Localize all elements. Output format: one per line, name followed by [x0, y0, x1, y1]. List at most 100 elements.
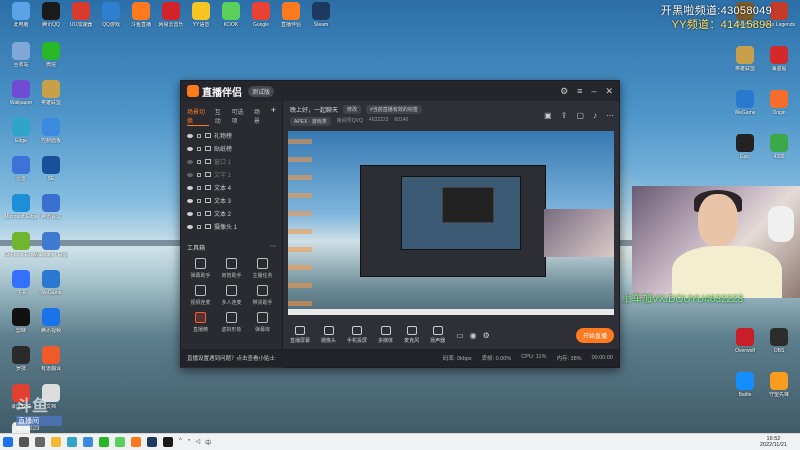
bell-icon[interactable]: ♪ [593, 111, 597, 120]
lock-icon[interactable] [197, 146, 201, 151]
desktop-icon[interactable]: SE [34, 156, 68, 182]
status-tip[interactable]: 直播设置遇到问题？点击查看小贴士 [187, 354, 275, 362]
search-icon[interactable] [19, 437, 29, 447]
room-title[interactable]: 晚上好，一起聊天 [290, 105, 338, 114]
room-category[interactable]: APEX · 游戏类 [290, 116, 331, 126]
scene-tab[interactable]: 场景切换 [187, 107, 209, 126]
eye-icon[interactable] [187, 159, 193, 164]
lock-icon[interactable] [197, 133, 201, 138]
room-edit-button[interactable]: 修改 [343, 104, 362, 114]
lock-icon[interactable] [197, 198, 201, 203]
layer-item[interactable]: 文本 2 [181, 207, 282, 220]
toolbox-item[interactable]: 多人连麦 [216, 283, 247, 306]
kook-icon[interactable] [115, 437, 125, 447]
chat-icon[interactable]: ▢ [576, 111, 584, 120]
desktop-icon[interactable]: YY语音 [184, 2, 218, 28]
layer-item[interactable]: 文本 4 [181, 181, 282, 194]
desktop-icon[interactable]: Battle [728, 372, 762, 398]
desktop-icon[interactable]: 直播伴侣 [274, 2, 308, 28]
toolbox-item[interactable]: 弹幕助手 [185, 256, 216, 279]
start-icon[interactable] [3, 437, 13, 447]
minimize-icon[interactable]: – [591, 86, 596, 96]
desktop-icon[interactable]: 英雄联盟 [728, 46, 762, 72]
preview-canvas[interactable] [288, 131, 614, 315]
explorer-icon[interactable] [51, 437, 61, 447]
chevron-up-icon[interactable]: ^ [179, 438, 182, 447]
steam-icon[interactable] [147, 437, 157, 447]
scene-tab[interactable]: 互动 [215, 107, 226, 126]
desktop-icon[interactable]: WeGame [728, 90, 762, 116]
eye-icon[interactable] [187, 224, 193, 229]
toolbox-item[interactable]: 虚拟形象 [216, 310, 247, 333]
source-button[interactable]: 多媒体 [378, 326, 393, 344]
desktop-icon[interactable]: 腾讯QQ [34, 2, 68, 28]
lock-icon[interactable] [197, 185, 201, 190]
desktop-icon[interactable]: Wallpaper Engine [34, 232, 68, 258]
close-icon[interactable]: ✕ [605, 86, 613, 97]
source-button[interactable]: 扬声器 [430, 326, 445, 344]
toolbox-item[interactable]: 主播任务 [247, 256, 278, 279]
bag-icon[interactable]: ▣ [544, 111, 552, 120]
toolbox-item[interactable]: 弹幕库 [247, 310, 278, 333]
desktop-icon[interactable]: Epic [728, 134, 762, 160]
lock-icon[interactable] [197, 224, 201, 229]
desktop-icon[interactable]: KOOK [214, 2, 248, 28]
layer-item[interactable]: 窗口 1 [181, 155, 282, 168]
add-scene-icon[interactable]: + [271, 106, 276, 126]
desktop-icon[interactable]: Microsoft Edge [4, 194, 38, 220]
source-button[interactable]: 直播屏幕 [290, 326, 310, 344]
desktop-icon[interactable]: 腾讯会议 [34, 194, 68, 220]
desktop-icon[interactable]: 回收站 [4, 42, 38, 68]
desktop-icon[interactable]: OBS [762, 328, 796, 354]
source-button[interactable]: 麦克风 [404, 326, 419, 344]
eye-icon[interactable] [187, 185, 193, 190]
desktop-icon[interactable]: Google [244, 2, 278, 28]
volume-icon[interactable]: ◁ [195, 438, 200, 447]
desktop-icon[interactable]: Overwolf [728, 328, 762, 354]
lock-icon[interactable] [197, 211, 201, 216]
desktop-icon[interactable]: QQ游戏 [94, 2, 128, 28]
layer-item[interactable]: 贴纸榜 [181, 142, 282, 155]
desktop-icon[interactable]: 4399 [762, 134, 796, 160]
eye-icon[interactable] [187, 146, 193, 151]
desktop-icon[interactable]: 微信 [34, 42, 68, 68]
lock-icon[interactable] [197, 172, 201, 177]
eye-icon[interactable]: ◉ [470, 331, 477, 340]
desktop-icon[interactable]: Steam [304, 2, 338, 28]
task-view-icon[interactable] [35, 437, 45, 447]
gear-icon[interactable]: ⚙ [483, 331, 490, 340]
eye-icon[interactable] [187, 172, 193, 177]
desktop-icon[interactable]: 剪映 [4, 308, 38, 334]
desktop-icon[interactable]: GeForce Experience [4, 232, 38, 258]
desktop-icon[interactable]: 罗技 [4, 346, 38, 372]
desktop-icon[interactable]: 守望先锋 [762, 372, 796, 398]
desktop-icon[interactable]: Wallpaper [4, 80, 38, 106]
room-notice[interactable]: #当前直播有效的标签 [366, 104, 422, 114]
qq-icon[interactable] [163, 437, 173, 447]
toolbox-item[interactable]: 视频连麦 [185, 283, 216, 306]
desktop-icon[interactable]: 迅雷 [4, 156, 38, 182]
desktop-icon[interactable]: 此电脑 [4, 2, 38, 28]
desktop-icon[interactable]: Origin [762, 90, 796, 116]
scene-tab[interactable]: 场景 [254, 107, 265, 126]
eye-icon[interactable] [187, 211, 193, 216]
layer-item[interactable]: 礼物榜 [181, 129, 282, 142]
wechat-icon[interactable] [99, 437, 109, 447]
lock-icon[interactable] [197, 159, 201, 164]
start-live-button[interactable]: 开始直播 [575, 327, 614, 343]
source-button[interactable]: 手机投屏 [347, 326, 367, 344]
desktop-icon[interactable]: 英雄联盟 [34, 80, 68, 106]
toolbox-item[interactable]: 房管助手 [216, 256, 247, 279]
layer-item[interactable]: 摄像头 1 [181, 220, 282, 233]
store-icon[interactable] [83, 437, 93, 447]
desktop-icon[interactable]: 控制面板 [34, 118, 68, 144]
desktop-icon[interactable]: 有道翻译 [34, 346, 68, 372]
menu-icon[interactable]: ≡ [577, 86, 582, 96]
settings-icon[interactable]: ⚙ [560, 86, 568, 97]
source-button[interactable]: 摄像头 [321, 326, 336, 344]
desktop-icon[interactable]: UU加速器 [64, 2, 98, 28]
desktop-icon[interactable]: 网易云音乐 [154, 2, 188, 28]
layer-item[interactable]: 文字 1 [181, 168, 282, 181]
layer-item[interactable]: 文本 3 [181, 194, 282, 207]
desktop-icon[interactable]: 腾讯视频 [34, 308, 68, 334]
